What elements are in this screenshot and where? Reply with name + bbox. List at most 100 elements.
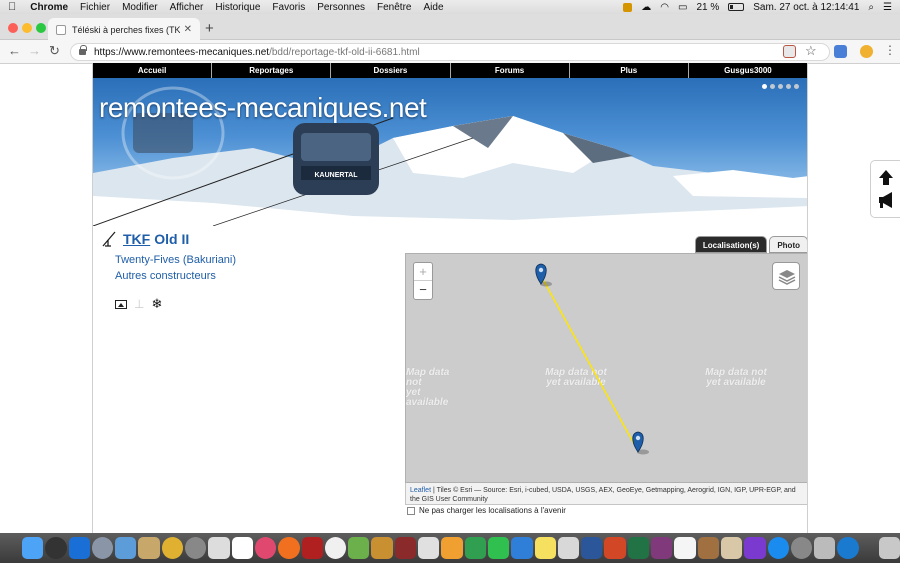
word-icon[interactable] [581,537,603,559]
leaflet-link[interactable]: Leaflet [410,487,431,494]
photo-booth-icon[interactable] [301,537,323,559]
chrome-icon[interactable] [161,537,184,559]
nav-forums[interactable]: Forums [451,63,570,78]
menu-list-icon[interactable]: ☰ [883,2,892,13]
battery-icon[interactable] [728,3,745,11]
slide-dot[interactable] [770,84,775,89]
finder-icon[interactable] [22,537,44,559]
keynote-icon[interactable] [441,537,463,559]
tab-photo[interactable]: Photo [769,236,807,253]
lock-icon[interactable] [79,45,87,55]
tab-localisations[interactable]: Localisation(s) [694,236,768,253]
firefox-icon[interactable] [278,537,300,559]
tab-close-icon[interactable]: ✕ [184,24,192,35]
menu-historique[interactable]: Historique [215,2,260,13]
zoom-out-button[interactable]: − [414,281,432,299]
site-logo-text[interactable]: remontees-mecaniques.net [99,92,427,124]
dashboard-icon[interactable] [45,537,67,559]
dictionary-icon[interactable] [394,537,417,559]
pages-icon[interactable] [418,537,440,559]
mail-icon[interactable] [208,537,230,559]
translate-extension-icon[interactable] [834,45,847,58]
script-editor-icon[interactable] [697,537,719,559]
lift-route-line[interactable] [540,275,639,452]
lift-type-code[interactable]: TKF [123,231,150,247]
menu-modifier[interactable]: Modifier [122,2,158,13]
search-icon[interactable]: ⌕ [868,2,874,13]
close-window-icon[interactable] [8,23,18,33]
apple-icon[interactable]:  [8,1,16,13]
nav-accueil[interactable]: Accueil [93,63,213,78]
trash-icon[interactable] [878,537,900,559]
photo-icon[interactable] [115,299,127,309]
minimize-window-icon[interactable] [22,23,32,33]
menu-afficher[interactable]: Afficher [170,2,204,13]
scroll-up-icon[interactable] [879,170,893,185]
photos-icon[interactable] [324,537,347,559]
calendar-icon[interactable] [231,537,253,559]
slide-dot[interactable] [778,84,783,89]
excel-icon[interactable] [627,537,650,559]
menu-fichier[interactable]: Fichier [80,2,110,13]
launchpad-icon[interactable] [91,537,114,559]
imovie-icon[interactable] [744,537,766,559]
itunes-icon[interactable] [254,537,277,559]
new-tab-icon[interactable]: + [205,20,214,37]
keynote-stand-icon[interactable] [511,537,533,559]
menu-aide[interactable]: Aide [423,2,443,13]
slide-dot[interactable] [762,84,767,89]
cloud-icon[interactable]: ☁ [641,2,651,13]
megaphone-icon[interactable] [879,192,892,208]
contacts-icon[interactable] [720,537,743,559]
nav-reportages[interactable]: Reportages [212,63,332,78]
safari-pro-icon[interactable] [185,537,207,559]
malwarebytes-icon[interactable] [68,537,90,559]
bottom-station-marker[interactable] [632,431,649,455]
nav-user[interactable]: Gusgus3000 [689,63,807,78]
powerpoint-icon[interactable] [604,537,626,559]
top-station-marker[interactable] [535,263,552,287]
resort-link[interactable]: Twenty-Fives (Bakuriani) [115,254,236,266]
bookmark-star-icon[interactable]: ☆ [805,43,817,59]
maximize-window-icon[interactable] [36,23,46,33]
textedit-icon[interactable] [674,537,696,559]
nav-dossiers[interactable]: Dossiers [331,63,451,78]
image-app-icon[interactable] [348,537,370,559]
blocked-popup-icon[interactable] [783,45,796,58]
profile-avatar-icon[interactable] [860,45,873,58]
numbers-icon[interactable] [464,537,486,559]
clock-datetime[interactable]: Sam. 27 oct. à 12:14:41 [753,2,859,13]
browser-tab[interactable]: Téléski à perches fixes (TKF) O ✕ [48,18,200,41]
photo-app-icon[interactable] [138,537,160,559]
system-preferences-icon[interactable] [790,537,813,559]
stickies-icon[interactable] [534,537,556,559]
layers-button[interactable] [772,262,800,290]
menu-app-name[interactable]: Chrome [30,2,68,13]
wifi-icon[interactable]: ◠ [660,2,669,13]
no-load-checkbox[interactable] [407,506,415,515]
menu-favoris[interactable]: Favoris [272,2,305,13]
edge-icon[interactable] [837,537,859,559]
map-view[interactable]: Map data not yet available Map data not ye… [405,253,807,483]
onenote-icon[interactable] [651,537,673,559]
address-bar[interactable]: https://www.remontees-mecaniques.net /bd… [70,43,830,61]
nav-plus[interactable]: Plus [570,63,689,78]
menu-fenetre[interactable]: Fenêtre [377,2,411,13]
notes-app-icon[interactable] [371,537,393,559]
status-icon[interactable] [623,2,633,12]
chrome-menu-icon[interactable]: ⋮ [884,43,896,57]
battery-percent[interactable]: 21 % [696,2,719,13]
slide-dot[interactable] [794,84,799,89]
forward-icon[interactable]: → [28,43,41,58]
zoom-in-button[interactable]: + [414,263,432,281]
manufacturer-link[interactable]: Autres constructeurs [115,270,216,282]
directory-icon[interactable] [557,537,580,559]
airplay-icon[interactable]: ▭ [678,2,687,13]
reload-icon[interactable]: ↻ [49,43,60,59]
menu-personnes[interactable]: Personnes [317,2,365,13]
preview-icon[interactable] [115,537,137,559]
slide-dot[interactable] [786,84,791,89]
app-store-icon[interactable] [767,537,789,559]
disk-utility-icon[interactable] [814,537,836,559]
back-icon[interactable]: ← [8,43,21,58]
